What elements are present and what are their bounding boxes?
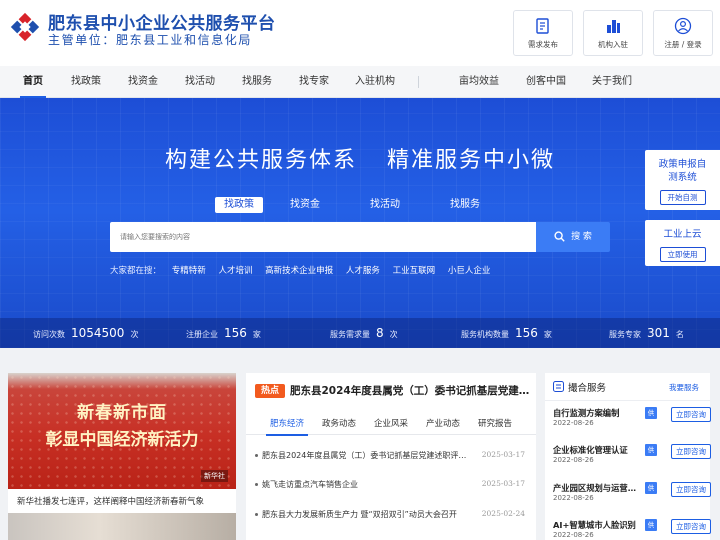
search-tab-policy[interactable]: 找政策 — [215, 197, 263, 213]
site-header: 肥东县中小企业公共服务平台 主管单位：肥东县工业和信息化局 需求发布 机构入驻 … — [0, 0, 720, 66]
tab-research-reports[interactable]: 研究报告 — [478, 413, 512, 435]
hot-search-term[interactable]: 人才培训 — [218, 266, 252, 276]
services-header: 撮合服务 我要服务 — [545, 373, 710, 401]
publish-demand-label: 需求发布 — [528, 40, 558, 49]
publish-demand-button[interactable]: 需求发布 — [513, 10, 573, 56]
nav-item-find-funding[interactable]: 找资金 — [128, 66, 158, 98]
consult-button[interactable]: 立即咨询 — [671, 444, 711, 459]
edit-document-icon — [536, 18, 549, 34]
news-item[interactable]: 肥东县大力发展新质生产力 暨“双招双引”动员大会召开 2025-02-24 — [255, 509, 525, 523]
nav-item-find-activity[interactable]: 找活动 — [185, 66, 215, 98]
supply-tag: 供 — [645, 482, 657, 494]
nav-item-about-us[interactable]: 关于我们 — [592, 66, 632, 98]
search-icon — [554, 231, 565, 242]
search-tabs: 找政策 找资金 找活动 找服务 — [0, 197, 720, 215]
feature-banner-image[interactable]: 新春新市面 彰显中国经济新活力 新华社 — [8, 373, 236, 489]
consult-button[interactable]: 立即咨询 — [671, 482, 711, 497]
banner-headline-2: 彰显中国经济新活力 — [45, 430, 199, 450]
main-nav: 首页 找政策 找资金 找活动 找服务 找专家 入驻机构 亩均效益 创客中国 关于… — [0, 66, 720, 98]
login-register-button[interactable]: 注册 / 登录 — [653, 10, 713, 56]
building-icon — [607, 20, 620, 33]
search-tab-service[interactable]: 找服务 — [441, 197, 489, 213]
institution-join-button[interactable]: 机构入驻 — [583, 10, 643, 56]
services-title: 撮合服务 — [568, 383, 607, 394]
news-item[interactable]: 姚飞走访重点汽车销售企业 2025-03-17 — [255, 479, 525, 493]
service-item: 产业园区规划与运营服务 2022-08-26 供 立即咨询 — [553, 482, 711, 514]
search-tab-activity[interactable]: 找活动 — [361, 197, 409, 213]
hot-search-term[interactable]: 专精特新 — [172, 266, 206, 276]
nav-item-find-policy[interactable]: 找政策 — [71, 66, 101, 98]
service-item: 企业标准化管理认证 2022-08-26 供 立即咨询 — [553, 444, 711, 476]
tab-industry-news[interactable]: 产业动态 — [426, 413, 460, 435]
industry-cloud-card[interactable]: 工业上云 立即使用 — [645, 220, 720, 266]
banner-headline-1: 新春新市面 — [77, 403, 167, 423]
content-area: 新春新市面 彰显中国经济新活力 新华社 新华社播发七连评，这样阐释中国经济新春新… — [0, 348, 720, 540]
login-register-label: 注册 / 登录 — [664, 40, 702, 49]
tab-enterprise-style[interactable]: 企业风采 — [374, 413, 408, 435]
stat-visits: 访问次数 1054500 次 — [33, 326, 139, 340]
hero-title: 构建公共服务体系 精准服务中小微 — [0, 142, 720, 174]
matchmaking-services-panel: 撮合服务 我要服务 自行监测方案编制 2022-08-26 供 立即咨询 企业标… — [545, 373, 711, 540]
nav-item-maker-china[interactable]: 创客中国 — [526, 66, 566, 98]
service-item: AI+智慧城市人脸识别 2022-08-26 供 立即咨询 — [553, 519, 711, 540]
nav-item-find-service[interactable]: 找服务 — [242, 66, 272, 98]
hot-badge: 热点 — [255, 384, 285, 398]
tab-feidong-economy[interactable]: 肥东经济 — [265, 413, 309, 436]
search-tab-funding[interactable]: 找资金 — [281, 197, 329, 213]
stats-bar: 访问次数 1054500 次 注册企业 156 家 服务需求量 8 次 服务机构数量 156 家… — [0, 318, 720, 348]
search-button-label: 搜 索 — [571, 232, 592, 242]
search-input[interactable] — [110, 222, 536, 252]
news-tabs: 肥东经济 政务动态 企业风采 产业动态 研究报告 — [246, 413, 536, 436]
news-item[interactable]: 肥东县2024年度县属党（工）委书记抓基层党建述职评议会议召开2025-03-1… — [255, 450, 525, 464]
banner-source-stamp: 新华社 — [201, 470, 228, 482]
supply-tag: 供 — [645, 519, 657, 531]
industry-cloud-title: 工业上云 — [663, 229, 702, 240]
policy-self-test-title: 政策申报自 测系统 — [658, 159, 707, 183]
hero-title-part1: 构建公共服务体系 — [164, 148, 357, 173]
stat-service-institutions: 服务机构数量 156 家 — [461, 326, 552, 340]
nav-divider — [418, 76, 419, 88]
service-item: 自行监测方案编制 2022-08-26 供 立即咨询 — [553, 407, 711, 439]
hot-search-term[interactable]: 工业互联网 — [393, 266, 436, 276]
stat-service-experts: 服务专家 301 名 — [609, 326, 684, 340]
feature-next-image — [8, 513, 236, 540]
hot-search-label: 大家都在搜： — [110, 266, 162, 276]
search-box — [110, 222, 536, 252]
hot-search-term[interactable]: 高新技术企业申报 — [265, 266, 333, 276]
consult-button[interactable]: 立即咨询 — [671, 519, 711, 534]
hero-banner: 构建公共服务体系 精准服务中小微 找政策 找资金 找活动 找服务 搜 索 大家都在… — [0, 98, 720, 348]
consult-button[interactable]: 立即咨询 — [671, 407, 711, 422]
stat-registered-companies: 注册企业 156 家 — [186, 326, 261, 340]
nav-item-home[interactable]: 首页 — [20, 66, 46, 98]
institution-join-label: 机构入驻 — [598, 40, 628, 49]
provide-service-link[interactable]: 我要服务 — [669, 382, 699, 393]
nav-item-mu-benefit[interactable]: 亩均效益 — [459, 66, 499, 98]
hot-search-term[interactable]: 小巨人企业 — [448, 266, 491, 276]
nav-item-institutions[interactable]: 入驻机构 — [355, 66, 395, 98]
start-self-test-button[interactable]: 开始自测 — [659, 190, 706, 205]
feature-caption[interactable]: 新华社播发七连评，这样阐释中国经济新春新气象 — [17, 495, 204, 507]
services-icon — [553, 381, 564, 392]
supply-tag: 供 — [645, 444, 657, 456]
site-subtitle: 主管单位：肥东县工业和信息化局 — [48, 33, 253, 47]
policy-self-test-card[interactable]: 政策申报自 测系统 开始自测 — [645, 150, 720, 210]
hot-searches: 大家都在搜： 专精特新 人才培训 高新技术企业申报 人才服务 工业互联网 小巨人… — [110, 264, 500, 276]
headline-link[interactable]: 肥东县2024年度县属党（工）委书记抓基层党建述职评议会议召开 — [290, 383, 530, 398]
tab-government-news[interactable]: 政务动态 — [322, 413, 356, 435]
supply-tag: 供 — [645, 407, 657, 419]
hot-search-term[interactable]: 人才服务 — [346, 266, 380, 276]
user-icon — [674, 17, 692, 35]
stat-service-demands: 服务需求量 8 次 — [330, 326, 398, 340]
news-panel: 热点 肥东县2024年度县属党（工）委书记抓基层党建述职评议会议召开 肥东经济 … — [246, 373, 536, 540]
hero-title-part2: 精准服务中小微 — [387, 148, 556, 173]
feature-news-card[interactable]: 新春新市面 彰显中国经济新活力 新华社 新华社播发七连评，这样阐释中国经济新春新… — [8, 373, 236, 540]
use-now-button[interactable]: 立即使用 — [659, 247, 706, 262]
logo-icon[interactable] — [8, 10, 42, 44]
nav-item-find-expert[interactable]: 找专家 — [299, 66, 329, 98]
search-button[interactable]: 搜 索 — [536, 222, 610, 252]
